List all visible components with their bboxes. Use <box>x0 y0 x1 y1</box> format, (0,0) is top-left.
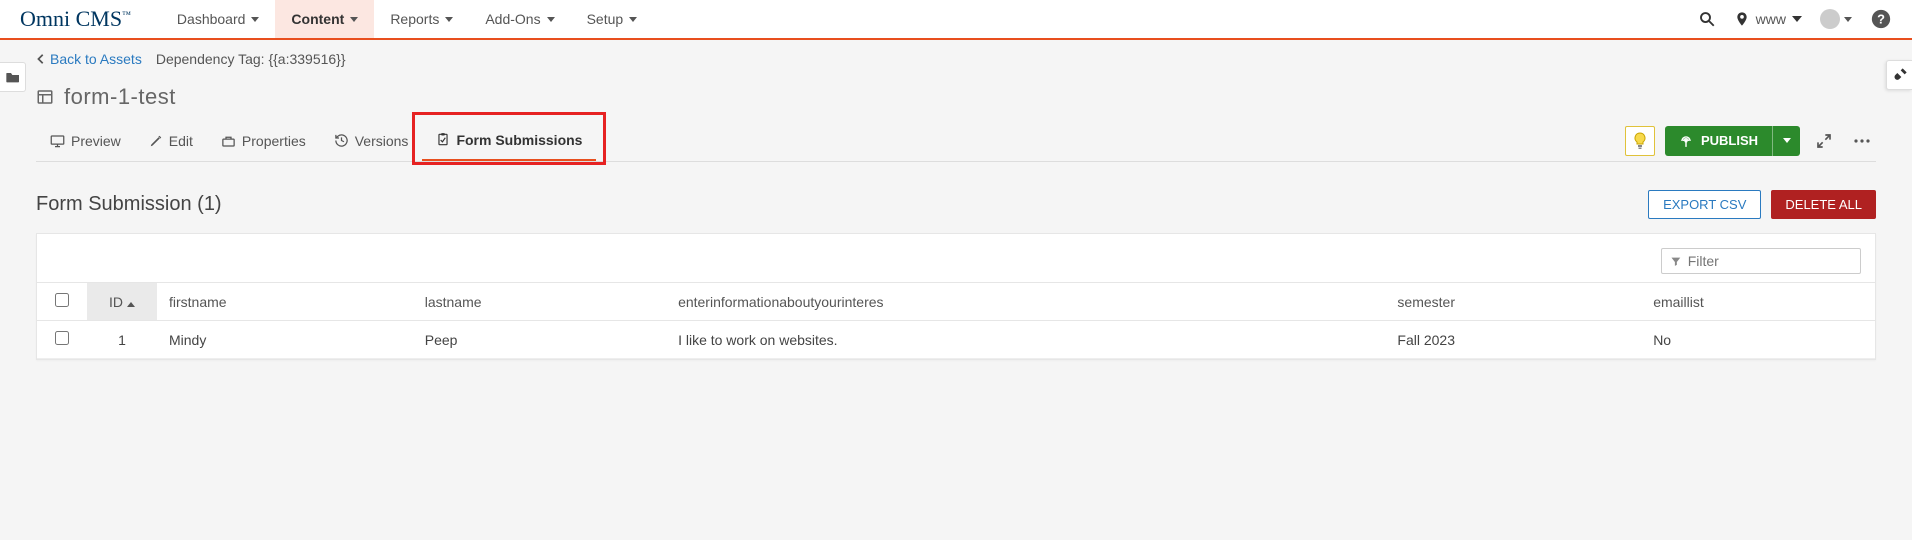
page-title: form-1-test <box>64 84 176 110</box>
tab-label: Versions <box>355 133 409 149</box>
cell-firstname: Mindy <box>157 321 413 359</box>
top-menu: Dashboard Content Reports Add-Ons Setup <box>161 0 653 38</box>
back-to-assets-link[interactable]: Back to Assets <box>36 51 142 67</box>
page-title-row: form-1-test <box>36 84 1876 110</box>
nav-reports[interactable]: Reports <box>374 0 469 38</box>
filter-input[interactable] <box>1688 253 1852 269</box>
tab-label: Edit <box>169 133 193 149</box>
chevron-down-icon <box>629 17 637 22</box>
chevron-down-icon <box>350 17 358 22</box>
tab-versions[interactable]: Versions <box>320 120 423 161</box>
tab-label: Properties <box>242 133 306 149</box>
section-actions: EXPORT CSV DELETE ALL <box>1648 190 1876 219</box>
brand-logo: Omni CMS™ <box>20 6 131 32</box>
publish-main[interactable]: PUBLISH <box>1665 133 1772 148</box>
clipboard-check-icon <box>436 132 450 147</box>
chevron-down-icon <box>1783 138 1791 143</box>
more-horizontal-icon <box>1854 139 1870 143</box>
export-csv-button[interactable]: EXPORT CSV <box>1648 190 1761 219</box>
main-content: form-1-test Preview Edit Properties Vers… <box>0 84 1912 400</box>
tab-form-submissions[interactable]: Form Submissions <box>422 120 596 161</box>
antenna-icon <box>1679 134 1693 148</box>
history-icon <box>334 133 349 148</box>
col-id[interactable]: ID <box>87 283 157 321</box>
back-label: Back to Assets <box>50 51 142 67</box>
plug-icon <box>1892 67 1908 83</box>
tab-actions: PUBLISH <box>1625 126 1876 156</box>
col-lastname[interactable]: lastname <box>413 283 666 321</box>
cell-lastname: Peep <box>413 321 666 359</box>
form-icon <box>36 88 54 106</box>
section-title: Form Submission (1) <box>36 193 222 216</box>
col-semester[interactable]: semester <box>1385 283 1641 321</box>
section-header: Form Submission (1) EXPORT CSV DELETE AL… <box>36 190 1876 219</box>
submissions-table: ID firstname lastname enterinformationab… <box>37 282 1875 359</box>
submissions-panel: ID firstname lastname enterinformationab… <box>36 233 1876 360</box>
file-panel-toggle[interactable] <box>0 62 26 92</box>
col-emaillist[interactable]: emaillist <box>1641 283 1875 321</box>
breadcrumb: Back to Assets Dependency Tag: {{a:33951… <box>0 40 1912 78</box>
monitor-icon <box>50 134 65 148</box>
publish-label: PUBLISH <box>1701 133 1758 148</box>
lightbulb-button[interactable] <box>1625 126 1655 156</box>
cell-id: 1 <box>87 321 157 359</box>
tab-edit[interactable]: Edit <box>135 120 207 161</box>
nav-dashboard[interactable]: Dashboard <box>161 0 276 38</box>
tab-properties[interactable]: Properties <box>207 120 320 161</box>
top-nav-right: www ? <box>1698 8 1892 30</box>
table-row[interactable]: 1 Mindy Peep I like to work on websites.… <box>37 321 1875 359</box>
location-icon <box>1734 11 1750 27</box>
chevron-down-icon <box>547 17 555 22</box>
row-select-checkbox[interactable] <box>55 331 69 345</box>
cell-emaillist: No <box>1641 321 1875 359</box>
plugin-panel-toggle[interactable] <box>1886 60 1912 90</box>
svg-text:?: ? <box>1877 12 1885 27</box>
sort-asc-icon <box>127 302 135 307</box>
chevron-down-icon <box>251 17 259 22</box>
col-interests[interactable]: enterinformationaboutyourinteres <box>666 283 1385 321</box>
publish-button[interactable]: PUBLISH <box>1665 126 1800 156</box>
avatar-icon <box>1820 9 1840 29</box>
lightbulb-icon <box>1633 132 1647 150</box>
content-tabs: Preview Edit Properties Versions Form Su… <box>36 120 1876 162</box>
folder-icon <box>5 70 21 84</box>
nav-content[interactable]: Content <box>275 0 374 38</box>
top-navigation: Omni CMS™ Dashboard Content Reports Add-… <box>0 0 1912 40</box>
tab-preview[interactable]: Preview <box>36 120 135 161</box>
chevron-down-icon <box>1844 17 1852 22</box>
site-switcher[interactable]: www <box>1734 11 1802 27</box>
chevron-left-icon <box>36 53 46 65</box>
search-icon[interactable] <box>1698 10 1716 28</box>
nav-setup[interactable]: Setup <box>571 0 654 38</box>
help-icon[interactable]: ? <box>1870 8 1892 30</box>
panel-toolbar <box>37 234 1875 282</box>
dependency-tag: Dependency Tag: {{a:339516}} <box>156 51 346 67</box>
expand-button[interactable] <box>1810 127 1838 155</box>
publish-dropdown[interactable] <box>1772 126 1800 156</box>
filter-input-wrap[interactable] <box>1661 248 1861 274</box>
tab-label: Preview <box>71 133 121 149</box>
filter-icon <box>1670 255 1682 268</box>
tab-label: Form Submissions <box>456 132 582 148</box>
toolbox-icon <box>221 134 236 148</box>
col-firstname[interactable]: firstname <box>157 283 413 321</box>
chevron-down-icon <box>1792 16 1802 22</box>
nav-addons[interactable]: Add-Ons <box>469 0 570 38</box>
chevron-down-icon <box>445 17 453 22</box>
more-button[interactable] <box>1848 127 1876 155</box>
user-menu[interactable] <box>1820 9 1852 29</box>
select-all-checkbox[interactable] <box>55 293 69 307</box>
select-all-header <box>37 283 87 321</box>
cell-interests: I like to work on websites. <box>666 321 1385 359</box>
expand-icon <box>1816 133 1832 149</box>
delete-all-button[interactable]: DELETE ALL <box>1771 190 1876 219</box>
pencil-icon <box>149 134 163 148</box>
site-label: www <box>1756 11 1786 27</box>
cell-semester: Fall 2023 <box>1385 321 1641 359</box>
row-select-cell <box>37 321 87 359</box>
